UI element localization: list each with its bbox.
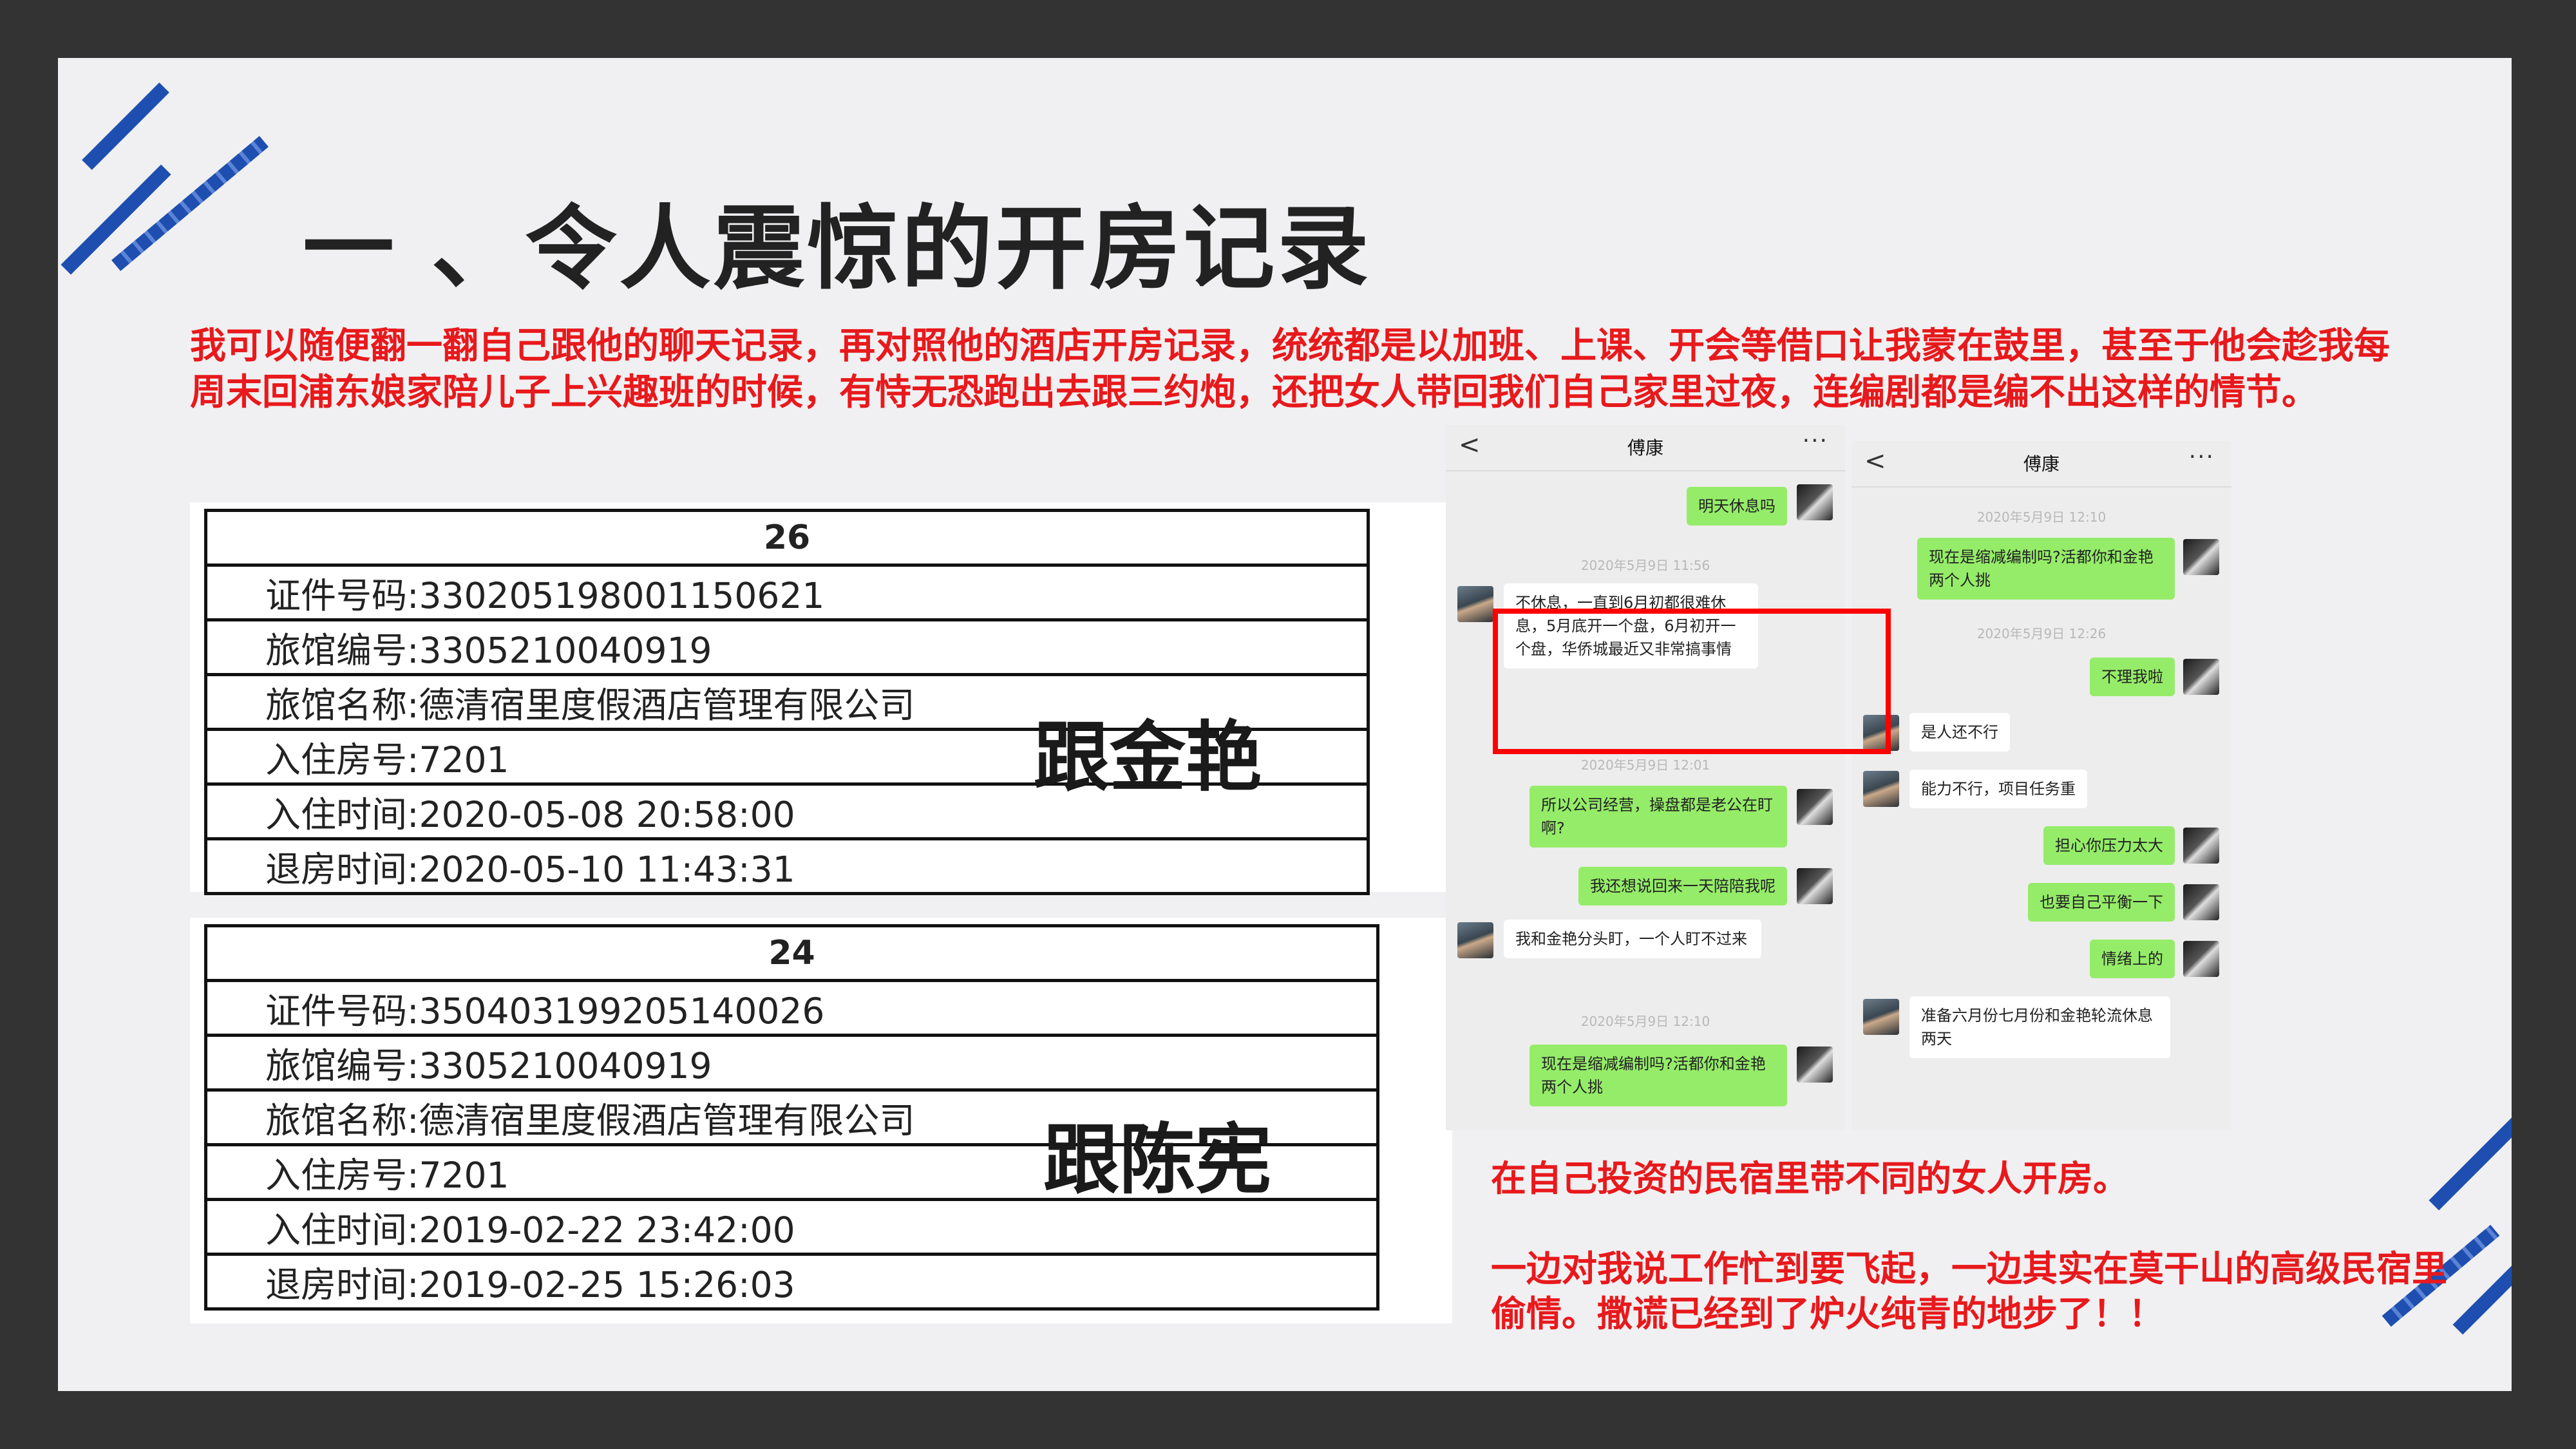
chat-header: < 傅康 ··· bbox=[1852, 441, 2231, 488]
avatar bbox=[1797, 868, 1833, 904]
highlight-box bbox=[1493, 609, 1891, 754]
page-title: 一 、令人震惊的开房记录 bbox=[303, 196, 1372, 302]
avatar bbox=[2183, 828, 2219, 864]
chat-bubble-sent: 也要自己平衡一下 bbox=[2028, 883, 2175, 922]
more-icon[interactable]: ··· bbox=[2189, 444, 2215, 470]
chat-contact-name: 傅康 bbox=[1627, 437, 1663, 459]
chat-timestamp: 2020年5月9日 12:10 bbox=[1976, 509, 2107, 525]
note-2: 一边对我说工作忙到要飞起，一边其实在莫干山的高级民宿里偷情。撒谎已经到了炉火纯青… bbox=[1491, 1248, 2448, 1334]
more-icon[interactable]: ··· bbox=[1803, 428, 1828, 454]
chat-timestamp: 2020年5月9日 12:01 bbox=[1580, 757, 1710, 773]
chat-bubble-sent: 所以公司经营，操盘都是老公在盯啊? bbox=[1530, 786, 1787, 848]
avatar bbox=[2183, 659, 2219, 695]
chat-bubble-sent: 不理我啦 bbox=[2090, 658, 2175, 696]
avatar bbox=[1863, 771, 1899, 807]
avatar bbox=[1457, 922, 1493, 958]
record-row: 证件号码:350403199205140026 bbox=[204, 979, 1379, 1037]
avatar bbox=[2183, 884, 2219, 920]
chat-screenshot-2: < 傅康 ··· 2020年5月9日 12:10 现在是缩减编制吗?活都你和金艳… bbox=[1852, 441, 2231, 1130]
avatar bbox=[2183, 539, 2219, 575]
chat-screenshot-1: < 傅康 ··· 明天休息吗 2020年5月9日 11:56 不休息，一直到6月… bbox=[1446, 425, 1845, 1130]
avatar bbox=[1797, 484, 1833, 520]
chat-timestamp: 2020年5月9日 12:26 bbox=[1976, 626, 2107, 641]
intro-text: 我可以随便翻一翻自己跟他的聊天记录，再对照他的酒店开房记录，统统都是以加班、上课… bbox=[190, 325, 2390, 413]
record-row: 退房时间:2019-02-25 15:26:03 bbox=[204, 1253, 1379, 1311]
chat-bubble-sent: 担心你压力太大 bbox=[2043, 826, 2175, 865]
record-label: 跟金艳 bbox=[1034, 713, 1262, 802]
avatar bbox=[1457, 586, 1493, 622]
record-row: 旅馆编号:3305210040919 bbox=[204, 618, 1370, 676]
chat-timestamp: 2020年5月9日 11:56 bbox=[1580, 558, 1710, 573]
slide: 一 、令人震惊的开房记录 我可以随便翻一翻自己跟他的聊天记录，再对照他的酒店开房… bbox=[58, 58, 2512, 1391]
decor-stripe bbox=[82, 82, 169, 170]
chat-bubble-sent: 我还想说回来一天陪陪我呢 bbox=[1578, 867, 1787, 905]
avatar bbox=[1797, 789, 1833, 825]
chat-bubble-received: 准备六月份七月份和金艳轮流休息两天 bbox=[1909, 996, 2170, 1058]
record-label: 跟陈宪 bbox=[1043, 1115, 1272, 1204]
avatar bbox=[1797, 1046, 1833, 1083]
hotel-record-2: 24 证件号码:350403199205140026 旅馆编号:33052100… bbox=[190, 918, 1452, 1323]
chat-bubble-sent: 现在是缩减编制吗?活都你和金艳两个人挑 bbox=[1530, 1045, 1787, 1106]
chat-bubble-sent: 情绪上的 bbox=[2090, 940, 2175, 978]
record-number: 24 bbox=[204, 924, 1379, 982]
hotel-record-1: 26 证件号码:330205198001150621 旅馆编号:33052100… bbox=[190, 502, 1452, 895]
record-row: 证件号码:330205198001150621 bbox=[204, 564, 1370, 621]
chat-header: < 傅康 ··· bbox=[1446, 425, 1845, 471]
chat-timestamp: 2020年5月9日 12:10 bbox=[1580, 1014, 1710, 1029]
record-number: 26 bbox=[204, 509, 1370, 567]
avatar bbox=[2183, 941, 2219, 977]
record-row: 退房时间:2020-05-10 11:43:31 bbox=[204, 837, 1370, 895]
avatar bbox=[1863, 999, 1899, 1035]
chat-contact-name: 傅康 bbox=[2023, 453, 2060, 475]
chat-bubble-sent: 明天休息吗 bbox=[1687, 487, 1787, 526]
chat-bubble-sent: 现在是缩减编制吗?活都你和金艳两个人挑 bbox=[1917, 538, 2175, 600]
note-1: 在自己投资的民宿里带不同的女人开房。 bbox=[1491, 1158, 2129, 1199]
chat-bubble-received: 是人还不行 bbox=[1909, 713, 2010, 752]
record-row: 旅馆编号:3305210040919 bbox=[204, 1034, 1379, 1092]
chat-bubble-received: 我和金艳分头盯，一个人盯不过来 bbox=[1504, 920, 1761, 958]
chat-bubble-received: 能力不行，项目任务重 bbox=[1909, 770, 2087, 808]
